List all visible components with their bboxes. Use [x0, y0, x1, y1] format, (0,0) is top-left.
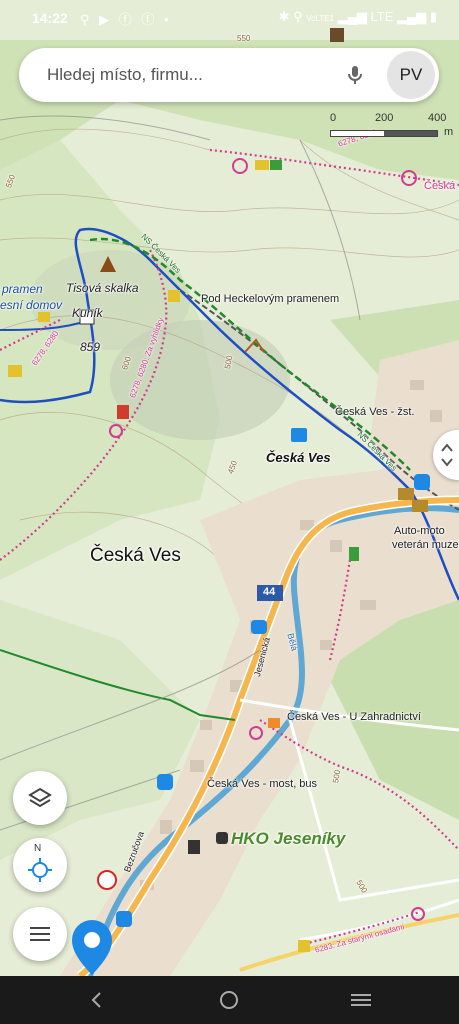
poi-label-most-bus[interactable]: Česká Ves - most, bus [207, 778, 317, 790]
compass-button[interactable]: N [13, 838, 67, 892]
place-label-pramen[interactable]: pramen [2, 282, 43, 296]
back-icon[interactable] [82, 988, 112, 1012]
scale-bar: 0 200 400 m [330, 112, 454, 142]
poi-label-pod-heckelovym[interactable]: Pod Heckelovým pramenem [201, 293, 339, 305]
scale-bar-graphic [330, 130, 438, 137]
system-navigation-bar [0, 976, 459, 1024]
recents-icon[interactable] [346, 988, 376, 1012]
network-type: LTE [370, 9, 394, 24]
volte-indicator: VoLTE1 [306, 14, 335, 23]
clock: 14:22 [32, 10, 68, 26]
microphone-icon[interactable] [343, 63, 367, 87]
avatar[interactable]: PV [387, 51, 435, 99]
poi-label-auto-moto[interactable]: Auto-moto [394, 525, 445, 537]
poi-label-hko-jeseniky[interactable]: HKO Jeseníky [231, 829, 345, 849]
poi-label-veteran[interactable]: veterán muzeum [392, 539, 459, 551]
compass-north-label: N [34, 843, 42, 854]
road-number-44: 44 [263, 586, 276, 598]
poi-label-ceska-ves-zst[interactable]: Česká Ves - žst. [335, 406, 414, 418]
status-bar: 14:22 ⚲ ▶ ⓕ ⓕ • ✱ ⚲ VoLTE1 ▂▄▆ LTE ▂▄▆ ▮ [0, 0, 459, 36]
scale-tick: 0 [330, 112, 337, 124]
menu-button[interactable] [13, 907, 67, 961]
poi-label-u-zahradnictvi[interactable]: Česká Ves - U Zahradnictví [287, 711, 421, 723]
notification-icons: ⚲ ▶ ⓕ ⓕ • [80, 12, 172, 27]
map-canvas[interactable] [0, 0, 459, 976]
search-bar[interactable]: Hledej místo, firmu... PV [19, 48, 439, 102]
layers-icon [28, 787, 52, 808]
elevation-label: 859 [80, 340, 101, 354]
search-input[interactable]: Hledej místo, firmu... [47, 65, 203, 85]
layers-button[interactable] [13, 771, 67, 825]
home-icon[interactable] [214, 988, 244, 1012]
place-label-ceska-right[interactable]: Česká [424, 180, 455, 192]
place-label-ceska-ves-large[interactable]: Česká Ves [90, 545, 181, 567]
peak-label-kunik[interactable]: Kuník [72, 306, 103, 320]
expand-arrows-icon [441, 443, 453, 467]
side-panel-handle[interactable] [433, 430, 459, 480]
peak-label-tisova-skalka[interactable]: Tisová skalka [66, 281, 139, 295]
compass-icon: N [25, 843, 55, 885]
scale-unit: m [444, 126, 454, 138]
place-label-lesni-domov[interactable]: esní domov [0, 298, 62, 312]
scale-tick: 400 [428, 112, 447, 124]
scale-tick: 200 [375, 112, 394, 124]
menu-icon [30, 927, 50, 941]
system-icons: ✱ ⚲ VoLTE1 ▂▄▆ LTE ▂▄▆ ▮ [278, 9, 437, 24]
place-label-ceska-ves[interactable]: Česká Ves [266, 450, 331, 465]
